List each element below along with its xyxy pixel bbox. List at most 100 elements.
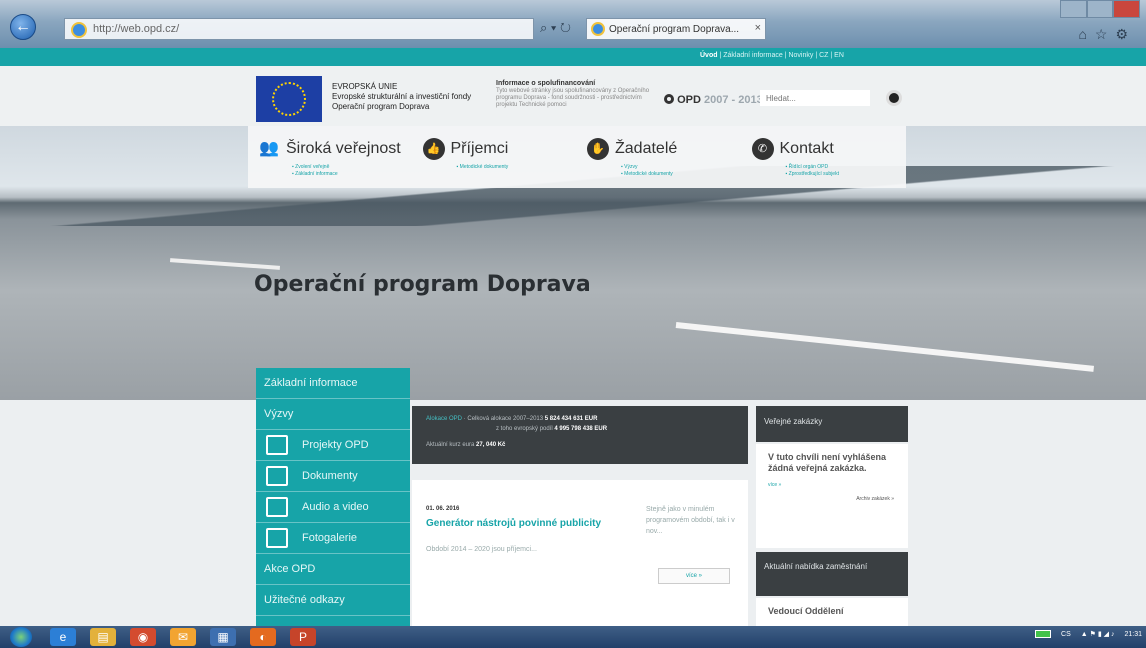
nav-contact-link2[interactable]: Zprostředkující subjekt [786,171,839,178]
nav-applicants[interactable]: ✋ Žadatelé Výzvy Metodické dokumenty [577,126,742,188]
taskbar-apps: e ▤ ◉ ✉ ▦ ◐ P [50,628,316,646]
sidebar-item-calls[interactable]: Výzvy [256,399,410,430]
phone-icon: ✆ [751,138,774,160]
stats-prefix: Alokace OPD [426,416,463,422]
top-links: Úvod | Základní informace | Novinky | CZ… [700,52,844,59]
top-link-cz[interactable]: CZ [819,52,828,59]
browser-tab[interactable]: Operační program Doprava... × [586,18,766,40]
sidebar-item-gallery[interactable]: Fotogalerie [256,523,410,554]
sidebar-item-gallery-label: Fotogalerie [302,532,358,544]
nav-applicants-link2[interactable]: Metodické dokumenty [621,171,673,178]
site-header: EVROPSKÁ UNIE Evropské strukturální a in… [0,66,1146,126]
nav-contact-title: Kontakt [779,140,834,157]
opd-logo[interactable]: OPD 2007 - 2013 [664,94,763,106]
main-navigation: 👥 Široká veřejnost Zvolení veřejně Zákla… [248,126,906,188]
info-title: Informace o spolufinancování [496,80,596,87]
nav-applicants-link1[interactable]: Výzvy [621,164,673,171]
top-link-en[interactable]: EN [834,52,844,59]
people-icon: 👥 [259,140,279,157]
back-button[interactable]: ← [10,14,36,40]
stats-line3-value: 27, 040 Kč [476,442,506,448]
hand-icon: ✋ [587,138,609,160]
jobs-header[interactable]: Aktuální nabídka zaměstnání [756,552,908,596]
stats-line1-value: 5 824 434 631 EUR [544,416,598,422]
sidebar-item-audio-video[interactable]: Audio a video [256,492,410,523]
ie-taskbar-icon[interactable]: e [50,628,76,646]
sidebar-item-projects[interactable]: Projekty OPD [256,430,410,461]
nav-recipients[interactable]: 👍 Příjemci Metodické dokumenty [413,126,578,188]
tray-time[interactable]: 21:31 [1124,631,1142,638]
minimize-button[interactable] [1060,0,1087,18]
home-star-gear-icons[interactable]: ⌂☆⚙ [1078,26,1136,43]
sidebar-item-documents[interactable]: Dokumenty [256,461,410,492]
eu-line2: Evropské strukturální a investiční fondy [332,92,472,101]
close-window-button[interactable] [1113,0,1141,18]
stats-line2-label: z toho evropský podíl [496,426,553,432]
top-link-info[interactable]: Základní informace [723,52,783,59]
jobs-text[interactable]: Vedoucí Oddělení [768,606,908,617]
road-stripe-left [169,258,281,270]
news-side-text: Stejně jako v minulém programovém období… [646,506,735,535]
browser-chrome: ← http://web.opd.cz/ ⌕ ▾ ↻ Operační prog… [0,0,1146,48]
explorer-taskbar-icon[interactable]: ▤ [90,628,116,646]
tenders-more-link[interactable]: více » [768,482,908,488]
tenders-box: V tuto chvíli není vyhlášena žádná veřej… [756,444,908,548]
document-icon [266,466,288,486]
info-text: Tyto webové stránky jsou spolufinancován… [496,88,650,108]
thumb-icon: 👍 [422,138,445,160]
search-button-icon[interactable] [886,90,902,106]
nav-contact-link1[interactable]: Řídící orgán OPD [786,164,839,171]
tab-title: Operační program Doprava... [609,24,740,35]
battery-icon[interactable] [1035,630,1052,638]
windows-taskbar: e ▤ ◉ ✉ ▦ ◐ P CS ▲ ⚑ ▮ ◢ ♪ 21:31 [0,626,1146,648]
word-taskbar-icon[interactable]: ▦ [210,628,236,646]
maximize-button[interactable] [1086,0,1114,18]
firefox-taskbar-icon[interactable]: ◐ [250,628,276,646]
tenders-archive-link[interactable]: Archiv zakázek » [768,496,908,502]
sidebar-item-projects-label: Projekty OPD [302,439,369,451]
start-button-icon[interactable] [10,627,32,647]
jobs-box: Vedoucí Oddělení [756,598,908,626]
nav-public-link2[interactable]: Základní informace [292,171,338,178]
top-link-news[interactable]: Novinky [788,52,813,59]
sidebar-item-links[interactable]: Užitečné odkazy [256,585,410,616]
news-headline[interactable]: Generátor nástrojů povinné publicity [426,518,601,529]
news-excerpt: Období 2014 – 2020 jsou příjemci... [426,546,537,553]
powerpoint-taskbar-icon[interactable]: P [290,628,316,646]
sidebar-item-basic-info[interactable]: Základní informace [256,368,410,399]
opd-ring-icon [664,94,674,104]
nav-recipients-link1[interactable]: Metodické dokumenty [457,164,509,171]
address-bar[interactable]: http://web.opd.cz/ [64,18,534,40]
sidebar-item-audio-video-label: Audio a video [302,501,369,513]
news-item: 01. 06. 2016 Generátor nástrojů povinné … [412,480,748,626]
nav-contact[interactable]: ✆ Kontakt Řídící orgán OPD Zprostředkují… [742,126,907,188]
eu-line1: EVROPSKÁ UNIE [332,82,398,91]
tenders-text: V tuto chvíli není vyhlášena žádná veřej… [768,452,887,473]
system-tray: CS ▲ ⚑ ▮ ◢ ♪ 21:31 [1035,630,1142,638]
nav-public-link1[interactable]: Zvolení veřejně [292,164,338,171]
tenders-header[interactable]: Veřejné zakázky [756,406,908,442]
stats-line3-label: Aktuální kurz eura [426,442,475,448]
cofinancing-info: Informace o spolufinancování Tyto webové… [496,80,656,109]
photo-icon [266,528,288,548]
tab-ie-icon [591,22,605,36]
outlook-taskbar-icon[interactable]: ✉ [170,628,196,646]
search-refresh-controls[interactable]: ⌕ ▾ ↻ [540,20,571,36]
news-more-button[interactable]: více » [658,568,730,584]
chrome-taskbar-icon[interactable]: ◉ [130,628,156,646]
eu-flag-logo [256,76,322,122]
top-link-uvod[interactable]: Úvod [700,52,718,59]
sidebar-item-events[interactable]: Akce OPD [256,554,410,585]
tray-icons[interactable]: ▲ ⚑ ▮ ◢ ♪ [1081,630,1115,638]
video-icon [266,497,288,517]
nav-applicants-title: Žadatelé [615,140,678,157]
page-title: Operační program Doprava [254,272,591,297]
nav-public[interactable]: 👥 Široká veřejnost Zvolení veřejně Zákla… [248,126,413,188]
tray-language[interactable]: CS [1061,631,1071,638]
opd-label: OPD [677,94,701,106]
search-input[interactable] [760,90,870,106]
tab-close-icon[interactable]: × [755,22,761,34]
edit-icon [266,435,288,455]
stats-line1-label: Celková alokace 2007–2013 [467,416,544,422]
allocation-stats: Alokace OPD · Celková alokace 2007–2013 … [412,406,748,464]
